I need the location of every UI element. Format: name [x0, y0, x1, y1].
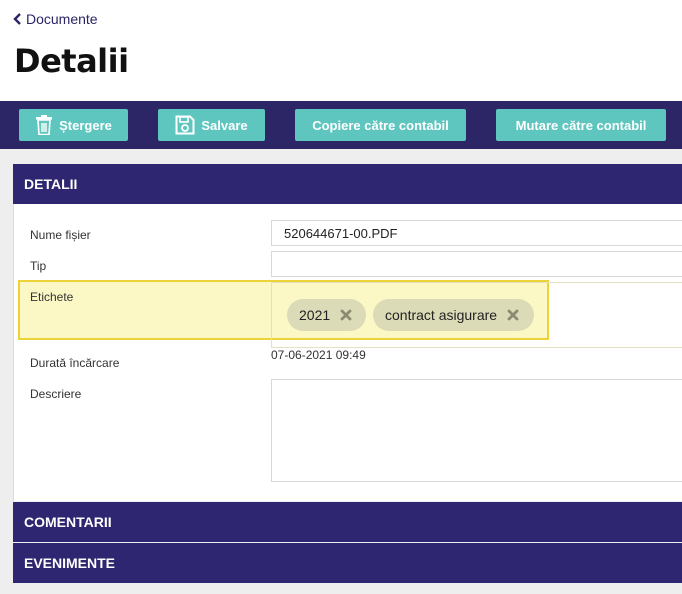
filename-value: 520644671-00.PDF — [284, 225, 398, 241]
copy-button-label: Copiere către contabil — [312, 117, 449, 133]
comments-panel: COMENTARII — [13, 502, 682, 542]
copy-to-accountant-button[interactable]: Copiere către contabil — [295, 109, 466, 141]
close-icon[interactable] — [340, 309, 352, 321]
type-field[interactable] — [271, 251, 682, 277]
details-header-label: DETALII — [24, 176, 78, 192]
events-panel: EVENIMENTE — [13, 543, 682, 583]
trash-icon — [36, 115, 53, 135]
save-button[interactable]: Salvare — [158, 109, 265, 141]
delete-button-label: Ștergere — [59, 117, 112, 133]
move-button-label: Mutare către contabil — [515, 117, 647, 133]
upload-time-label: Durată încărcare — [30, 356, 120, 370]
filename-field[interactable]: 520644671-00.PDF — [271, 220, 682, 246]
events-header-label: EVENIMENTE — [24, 555, 116, 571]
floppy-disk-icon — [175, 115, 195, 135]
details-panel: DETALII Nume fișier 520644671-00.PDF Tip… — [13, 164, 682, 501]
save-button-label: Salvare — [201, 117, 248, 133]
details-panel-body: Nume fișier 520644671-00.PDF Tip Etichet… — [13, 204, 682, 501]
tag-chip: contract asigurare — [373, 299, 534, 331]
tag-chip: 2021 — [287, 299, 366, 331]
chevron-left-icon — [13, 13, 21, 25]
details-panel-header[interactable]: DETALII — [13, 164, 682, 204]
upload-time-value: 07-06-2021 09:49 — [271, 348, 366, 362]
tag-chip-label: 2021 — [299, 307, 331, 323]
page-title: Detalii — [14, 42, 129, 80]
events-panel-header[interactable]: EVENIMENTE — [13, 543, 682, 583]
filename-label: Nume fișier — [30, 228, 91, 242]
description-textarea[interactable] — [271, 379, 682, 482]
comments-panel-header[interactable]: COMENTARII — [13, 502, 682, 542]
tag-chip-label: contract asigurare — [385, 307, 498, 323]
back-link-label: Documente — [26, 11, 98, 27]
tags-label: Etichete — [30, 290, 74, 304]
description-label: Descriere — [30, 387, 82, 401]
move-to-accountant-button[interactable]: Mutare către contabil — [496, 109, 666, 141]
comments-header-label: COMENTARII — [24, 514, 112, 530]
type-label: Tip — [30, 259, 47, 273]
delete-button[interactable]: Ștergere — [19, 109, 128, 141]
close-icon[interactable] — [507, 309, 519, 321]
back-link-documente[interactable]: Documente — [13, 11, 98, 27]
toolbar: Ștergere Salvare Copiere către contabil … — [0, 101, 682, 149]
